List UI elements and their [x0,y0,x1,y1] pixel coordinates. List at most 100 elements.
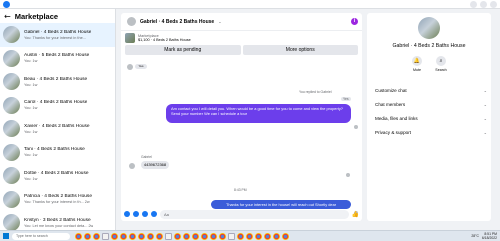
chrome-icon[interactable] [138,232,145,240]
listing-thumbnail [3,143,20,161]
incoming-message: Yes [135,64,147,69]
avatar[interactable] [418,17,440,39]
conversation-list: Gabriel · 4 Beds 2 Baths House You: Thank… [0,23,115,235]
chevron-down-icon: ⌄ [483,102,487,107]
conversation-snippet: You: 1w [24,106,38,111]
chrome-icon[interactable] [273,232,280,240]
clock[interactable]: 8:51 PM 6/18/2022 [482,232,497,240]
more-options-button[interactable]: More options [242,45,358,55]
image-icon[interactable] [133,211,139,217]
listing-summary[interactable]: Marketplace $1,100 · 4 Beds 2 Baths Hous… [121,31,362,45]
outgoing-message: Am contact you I will detail you. When w… [166,104,351,123]
mark-pending-button[interactable]: Mark as pending [125,45,241,55]
chrome-icon[interactable] [120,232,127,240]
listing-actions: Mark as pending More options [121,45,362,55]
chrome-icon[interactable] [237,232,244,240]
app-window-icon[interactable] [165,232,172,240]
chevron-down-icon[interactable]: ⌄ [218,19,221,24]
arrow-left-icon[interactable]: ← [4,12,11,21]
chrome-icon[interactable] [246,232,253,240]
conversation-item[interactable]: Tani · 4 Beds 2 Baths House You: 1w [0,141,115,165]
conversation-name: Xavier · 4 Beds 2 Baths House [24,123,90,129]
taskbar-search-input[interactable]: Type here to search [12,232,70,240]
facebook-logo-icon[interactable] [3,1,10,8]
conversation-name: Kristyn · 3 Beds 2 Baths House [24,217,91,223]
listing-thumbnail [3,190,20,208]
conversation-item[interactable]: Carol · 4 Beds 2 Baths House You: 1w [0,94,115,118]
message-input[interactable]: Aa [160,209,349,219]
chat-panel: Gabriel · 4 Beds 2 Baths House ⌄ i Marke… [121,13,362,221]
search-icon[interactable]: ⌕ [436,56,446,66]
conversation-snippet: You: Thanks for your interest in the... [24,35,86,40]
mute-label: Mute [413,68,421,72]
menu-icon[interactable] [470,1,477,8]
conversation-snippet: You: 1w [24,82,38,87]
listing-thumbnail [125,33,135,43]
conversation-item[interactable]: Gabriel · 4 Beds 2 Baths House You: Thank… [0,23,115,47]
chevron-down-icon: ⌄ [483,130,487,135]
chrome-icon[interactable] [147,232,154,240]
chrome-icon[interactable] [156,232,163,240]
thumbs-up-icon[interactable]: 👍 [352,211,359,218]
chrome-icon[interactable] [84,232,91,240]
chrome-icon[interactable] [111,232,118,240]
info-icon[interactable]: i [351,18,358,25]
reply-meta: You replied to Gabriel [299,90,332,94]
browser-top-bar [0,0,500,9]
system-tray: 28°C 8:51 PM 6/18/2022 [471,232,497,240]
avatar [127,64,133,70]
avatar[interactable] [127,17,136,26]
privacy-support-row[interactable]: Privacy & support ⌄ [375,128,487,137]
chrome-icon[interactable] [255,232,262,240]
chrome-icon[interactable] [219,232,226,240]
conversation-item[interactable]: Xavier · 4 Beds 2 Baths House You: 1w [0,117,115,141]
chrome-icon[interactable] [93,232,100,240]
messenger-icon[interactable] [480,1,487,8]
chrome-icon[interactable] [210,232,217,240]
sidebar-header: ← Marketplace [0,9,115,23]
chrome-icon[interactable] [192,232,199,240]
conversation-snippet: You: 1w [24,129,38,134]
listing-thumbnail [3,26,20,44]
conversation-snippet: You: Thanks for your interest in th... 2… [24,200,90,205]
conversation-item[interactable]: Austin · 5 Beds 2 Baths House You: 1w [0,47,115,71]
chrome-icon[interactable] [264,232,271,240]
listing-thumbnail [3,214,20,232]
chrome-icon[interactable] [174,232,181,240]
notifications-icon[interactable] [490,1,497,8]
sticker-icon[interactable] [142,211,148,217]
conversation-name: Carol · 4 Beds 2 Baths House [24,100,88,106]
customize-chat-row[interactable]: Customize chat ⌄ [375,86,487,95]
chrome-icon[interactable] [201,232,208,240]
chevron-down-icon: ⌄ [483,116,487,121]
sender-name: Gabriel [141,155,152,159]
listing-price: $1,100 · 4 Beds 2 Baths House [138,38,191,42]
media-files-row[interactable]: Media, files and links ⌄ [375,114,487,123]
conversation-sidebar: ← Marketplace Gabriel · 4 Beds 2 Baths H… [0,9,116,232]
conversation-snippet: You: 1w [24,176,38,181]
gif-icon[interactable] [151,211,157,217]
conversation-item[interactable]: Beau · 4 Beds 2 Baths House You: 1w [0,70,115,94]
chrome-icon[interactable] [129,232,136,240]
chrome-icon[interactable] [282,232,289,240]
windows-start-icon[interactable] [3,233,9,239]
chrome-icon[interactable] [183,232,190,240]
search-label: Search [435,68,447,72]
app-window-icon[interactable] [102,232,109,240]
plus-icon[interactable] [124,211,130,217]
chrome-icon[interactable] [75,232,82,240]
message-composer: Aa 👍 [121,207,362,221]
app-window-icon[interactable] [228,232,235,240]
chat-members-row[interactable]: Chat members ⌄ [375,100,487,109]
sidebar-title: Marketplace [14,11,59,21]
listing-thumbnail [3,49,20,67]
message-thread: Yes You replied to Gabriel Yes Am contac… [121,63,362,215]
conversation-item[interactable]: Dottie · 4 Beds 2 Baths House You: 1w [0,164,115,188]
conversation-item[interactable]: Patricia · 4 Beds 2 Baths House You: Than… [0,188,115,212]
conversation-details: Gabriel · 4 Beds 2 Baths House 🔔 Mute ⌕ … [367,13,491,221]
reply-quote: Yes [341,97,351,101]
bell-icon[interactable]: 🔔 [412,56,422,66]
chat-title[interactable]: Gabriel · 4 Beds 2 Baths House [140,19,214,25]
taskbar-apps [75,232,289,240]
conversation-snippet: You: Let me know your contact deta... 2w [24,223,94,228]
